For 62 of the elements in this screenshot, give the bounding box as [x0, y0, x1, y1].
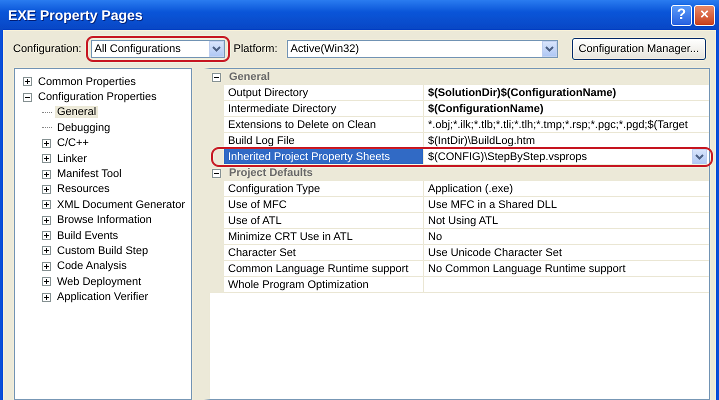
property-name[interactable]: Intermediate Directory: [224, 101, 424, 117]
expand-icon[interactable]: [42, 154, 51, 164]
property-name[interactable]: Use of ATL: [224, 213, 424, 229]
tree-item[interactable]: Configuration Properties: [36, 91, 159, 104]
property-value[interactable]: Application (.exe): [424, 181, 709, 197]
tree-item[interactable]: Browse Information: [55, 214, 154, 226]
configuration-label: Configuration:: [13, 43, 82, 55]
property-name[interactable]: Use of MFC: [224, 197, 424, 213]
tree-item[interactable]: General: [55, 106, 98, 118]
property-name[interactable]: Character Set: [224, 245, 424, 261]
expand-icon[interactable]: [42, 170, 51, 179]
chevron-down-icon: [212, 46, 220, 52]
expand-icon[interactable]: [42, 216, 51, 225]
property-value[interactable]: Use MFC in a Shared DLL: [424, 197, 709, 213]
property-value[interactable]: $(ConfigurationName): [424, 101, 709, 117]
property-value[interactable]: *.obj;*.ilk;*.tlb;*.tli;*.tlh;*.tmp;*.rsp;*.pgc;*.pgd;$(Target: [424, 117, 709, 133]
expand-icon[interactable]: [42, 246, 51, 256]
tree-item[interactable]: Build Events: [55, 230, 120, 242]
window-title: EXE Property Pages: [8, 7, 144, 23]
category-header: Project Defaults: [229, 167, 313, 179]
platform-label: Platform:: [234, 43, 278, 55]
platform-dropdown[interactable]: Active(Win32): [286, 40, 558, 58]
property-name[interactable]: Common Language Runtime support: [224, 261, 424, 277]
property-value[interactable]: No: [424, 229, 709, 245]
expand-icon[interactable]: [42, 231, 51, 240]
chevron-down-icon: [544, 46, 554, 52]
tree-item[interactable]: Resources: [55, 183, 112, 196]
property-name[interactable]: Minimize CRT Use in ATL: [224, 229, 424, 245]
chevron-down-icon: [695, 154, 704, 160]
tree-item[interactable]: Code Analysis: [55, 260, 129, 272]
property-value[interactable]: No Common Language Runtime support: [424, 261, 709, 277]
expand-icon[interactable]: [42, 277, 51, 286]
property-name[interactable]: Output Directory: [224, 85, 424, 101]
expand-icon[interactable]: [23, 77, 32, 86]
tree-item[interactable]: Application Verifier: [55, 291, 150, 304]
expand-icon[interactable]: [42, 292, 51, 302]
configuration-dropdown[interactable]: All Configurations: [90, 40, 224, 58]
collapse-icon[interactable]: [23, 92, 32, 102]
expand-icon[interactable]: [42, 200, 51, 210]
expand-icon[interactable]: [42, 262, 51, 271]
expand-icon[interactable]: [42, 184, 51, 194]
tree-item[interactable]: Linker: [55, 152, 89, 165]
property-value[interactable]: Not Using ATL: [424, 213, 709, 229]
category-header: General: [229, 71, 270, 83]
property-name[interactable]: Whole Program Optimization: [224, 277, 424, 293]
property-value[interactable]: $(CONFIG)\StepByStep.vsprops: [424, 149, 709, 165]
collapse-icon[interactable]: [212, 168, 221, 178]
tree-item[interactable]: C/C++: [55, 137, 91, 150]
collapse-icon[interactable]: [212, 72, 221, 82]
configuration-manager-button[interactable]: Configuration Manager...: [572, 38, 706, 60]
tree-item[interactable]: Debugging: [55, 122, 112, 134]
property-value[interactable]: $(SolutionDir)$(ConfigurationName): [424, 85, 709, 101]
property-name[interactable]: Extensions to Delete on Clean: [224, 117, 424, 133]
tree-item[interactable]: Manifest Tool: [55, 168, 124, 180]
tree-item[interactable]: Common Properties: [36, 76, 138, 88]
tree-item[interactable]: XML Document Generator: [55, 198, 187, 211]
tree-item[interactable]: Web Deployment: [55, 276, 144, 288]
property-name[interactable]: Configuration Type: [224, 181, 424, 197]
property-name[interactable]: Inherited Project Property Sheets: [224, 149, 424, 165]
expand-icon[interactable]: [42, 138, 51, 148]
property-value[interactable]: Use Unicode Character Set: [424, 245, 709, 261]
tree-item[interactable]: Custom Build Step: [55, 244, 150, 257]
